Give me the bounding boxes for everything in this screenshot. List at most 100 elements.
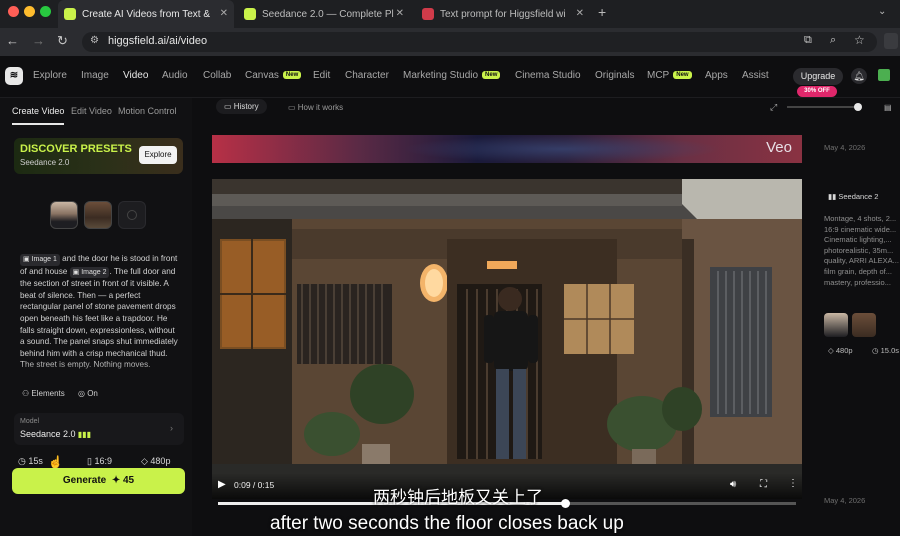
discover-presets-card[interactable]: DISCOVER PRESETS Seedance 2.0 Explore [14, 138, 183, 174]
aspect-ratio-value: 16:9 [94, 456, 112, 466]
notifications-bell-icon[interactable]: 🔔︎ [851, 68, 867, 84]
close-tab-icon[interactable]: ✕ [576, 8, 584, 19]
generation-date: May 4, 2026 [824, 143, 866, 152]
nav-video[interactable]: Video [123, 70, 148, 81]
credits-value: 45 [122, 475, 135, 486]
enhance-toggle[interactable]: ◎ On [78, 389, 98, 398]
nav-canvas-label: Canvas [245, 70, 279, 81]
close-window-icon[interactable] [8, 6, 19, 17]
banner-texture [402, 135, 722, 163]
nav-audio[interactable]: Audio [162, 70, 188, 81]
nav-edit[interactable]: Edit [313, 70, 330, 81]
claude-favicon-icon [422, 8, 434, 20]
reload-icon[interactable]: ↻ [57, 33, 68, 49]
preset-subtitle: Seedance 2.0 [20, 158, 70, 167]
maximize-window-icon[interactable] [40, 6, 51, 17]
nav-character[interactable]: Character [345, 70, 389, 81]
upgrade-button[interactable]: Upgrade [793, 68, 843, 85]
explore-presets-button[interactable]: Explore [139, 146, 177, 164]
browser-tab-2[interactable]: Seedance 2.0 — Complete Pl ✕ [238, 0, 410, 28]
preset-title: DISCOVER PRESETS [20, 143, 132, 155]
center-toolbar: ▭ History ▭ How it works ⤢ [192, 98, 812, 120]
extensions-icon[interactable] [884, 33, 898, 49]
higgsfield-favicon-icon [64, 8, 76, 20]
higgsfield-logo-icon[interactable]: ≋ [5, 67, 23, 85]
generation-reference-2[interactable] [852, 313, 876, 337]
minimize-window-icon[interactable] [24, 6, 35, 17]
generation-resolution-value: 480p [835, 346, 853, 355]
video-seek-handle[interactable] [560, 499, 570, 508]
play-icon[interactable]: ▶ [218, 479, 226, 490]
image-1-chip[interactable]: ▣ Image 1 [20, 254, 60, 266]
nav-marketing-studio[interactable]: Marketing Studio New [403, 70, 501, 81]
generation-duration: ◷ 15.0s [872, 346, 899, 355]
nav-canvas[interactable]: Canvas New [245, 70, 302, 81]
bookmark-star-icon[interactable]: ☆ [854, 33, 865, 47]
mouse-cursor-icon: ☝ [48, 455, 63, 469]
elements-toggle[interactable]: ⚇ Elements [22, 389, 65, 398]
model-bars-icon: ▮▮▮ [75, 430, 91, 439]
new-badge: New [282, 71, 302, 79]
tab-edit-video[interactable]: Edit Video [71, 106, 112, 116]
enhance-state: On [87, 389, 98, 398]
image-1-chip-label: Image 1 [31, 256, 57, 263]
tab-how-it-works[interactable]: ▭ How it works [288, 103, 343, 112]
site-info-icon[interactable]: ⚙ [90, 35, 99, 46]
generate-button[interactable]: Generate ✦ 45 [12, 468, 185, 494]
close-tab-icon[interactable]: ✕ [220, 8, 228, 19]
browser-tab-3[interactable]: Text prompt for Higgsfield wi ✕ [416, 0, 590, 28]
diamond-icon: ◇ [828, 346, 836, 355]
prompt-fade [14, 360, 184, 386]
zoom-slider-handle[interactable] [854, 103, 862, 111]
tab-title: Text prompt for Higgsfield wi [440, 8, 566, 20]
nav-cinema-studio[interactable]: Cinema Studio [515, 70, 581, 81]
app-navigation: ≋ Explore Image Video Audio Collab Canva… [0, 56, 900, 98]
close-tab-icon[interactable]: ✕ [396, 8, 404, 19]
install-app-icon[interactable]: ⧉ [804, 34, 812, 47]
generation-details-panel: May 4, 2026 ▮▮ Seedance 2 Montage, 4 sho… [812, 120, 900, 536]
back-icon[interactable]: ← [6, 33, 19, 48]
generation-model-label: Seedance 2 [838, 192, 879, 201]
browser-tab-1[interactable]: Create AI Videos from Text & ✕ [58, 0, 234, 28]
tab-title: Create AI Videos from Text & [82, 8, 211, 20]
tab-create-video[interactable]: Create Video [12, 106, 64, 116]
url-field[interactable]: ⚙ higgsfield.ai/ai/video ⧉ ⌕ ☆ [82, 32, 877, 52]
discount-badge: 30% OFF [797, 86, 837, 97]
expand-icon[interactable]: ⤢ [770, 102, 777, 113]
subtitle-english: after two seconds the floor closes back … [270, 513, 624, 534]
reference-image-2[interactable] [84, 201, 112, 229]
nav-mcp[interactable]: MCP New [647, 70, 692, 81]
nav-collab[interactable]: Collab [203, 70, 231, 81]
workspace-folder-icon[interactable] [878, 69, 890, 81]
generation-reference-1[interactable] [824, 313, 848, 337]
video-player[interactable]: ▶ 0:09 / 0:15 🔊︎ ⛶ ⋮ [212, 179, 802, 499]
nav-apps[interactable]: Apps [705, 70, 728, 81]
zoom-icon[interactable]: ⌕ [830, 34, 836, 47]
active-tab-indicator [12, 123, 64, 125]
tab-motion-control[interactable]: Motion Control [118, 106, 177, 116]
generation-prompt: Montage, 4 shots, 2... 16:9 cinematic wi… [824, 214, 899, 287]
forward-icon[interactable]: → [32, 33, 45, 48]
tab-list-icon[interactable]: ⌄ [878, 6, 886, 17]
elements-icon: ⚇ [22, 389, 32, 398]
zoom-slider[interactable] [787, 106, 859, 108]
higgsfield-favicon-icon [244, 8, 256, 20]
add-image-slot[interactable] [118, 201, 146, 229]
history-label: History [233, 102, 259, 111]
tab-history[interactable]: ▭ History [216, 99, 267, 114]
more-options-icon[interactable]: ⋮ [788, 478, 798, 489]
nav-assist[interactable]: Assist [742, 70, 769, 81]
nav-image[interactable]: Image [81, 70, 109, 81]
model-label: Model [20, 418, 40, 425]
volume-icon[interactable]: 🔊︎ [730, 479, 736, 490]
image-2-chip[interactable]: ▣ Image 2 [69, 266, 110, 279]
nav-originals[interactable]: Originals [595, 70, 634, 81]
model-selector[interactable]: Model Seedance 2.0 ▮▮▮ › [14, 413, 184, 445]
nav-explore[interactable]: Explore [33, 70, 67, 81]
veo-result-banner[interactable]: Veo [212, 135, 802, 163]
new-tab-icon[interactable]: + [598, 4, 606, 20]
resolution-value: 480p [150, 456, 171, 466]
fullscreen-icon[interactable]: ⛶ [760, 479, 767, 490]
reference-image-1[interactable] [50, 201, 78, 229]
layout-icon[interactable]: ▤ [884, 103, 892, 112]
